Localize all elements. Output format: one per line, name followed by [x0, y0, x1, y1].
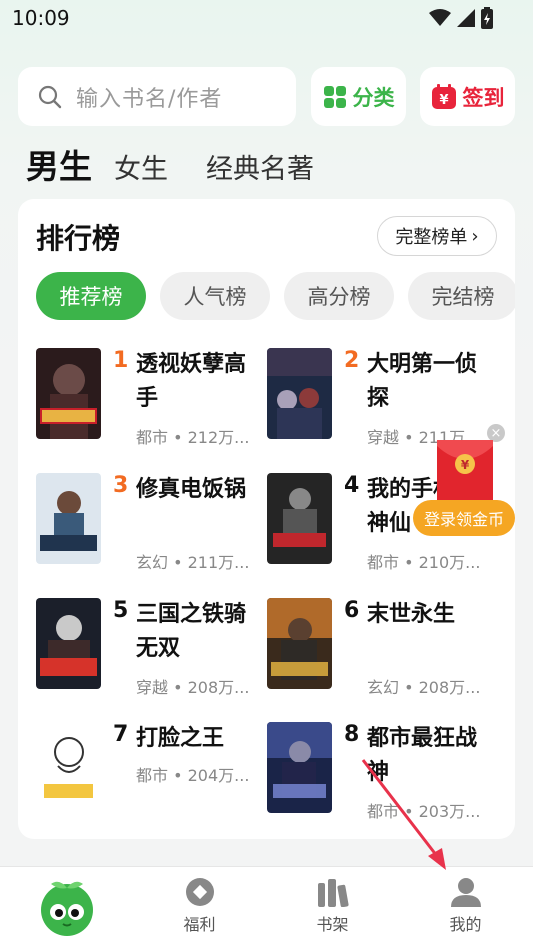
chevron-right-icon: › [471, 225, 479, 247]
gender-tabs: 男生 女生 经典名著 [26, 140, 352, 186]
book-item[interactable]: 8 都市最狂战神 都市 • 203万... [267, 722, 497, 822]
book-meta: 都市 • 212万... [136, 428, 250, 447]
battery-icon [481, 7, 493, 29]
profile-icon [450, 878, 481, 907]
wifi-icon [429, 9, 451, 26]
book-meta: 玄幻 • 211万... [136, 553, 250, 572]
search-row: 输入书名/作者 分类 ¥ 签到 [18, 67, 515, 126]
signin-label: 签到 [462, 85, 505, 110]
book-meta: 穿越 • 208万... [136, 678, 250, 697]
tab-recommended[interactable]: 推荐榜 [36, 272, 146, 320]
book-item[interactable]: 1 透视妖孽高手 都市 • 212万... [36, 348, 266, 448]
book-cover [36, 722, 101, 813]
book-rank: 2 [344, 348, 360, 373]
book-meta: 都市 • 204万... [136, 766, 250, 785]
tab-high-score[interactable]: 高分榜 [284, 272, 394, 320]
home-mascot-icon [40, 881, 93, 936]
full-list-button[interactable]: 完整榜单 › [377, 216, 497, 256]
book-cover [267, 473, 332, 564]
book-rank: 3 [113, 473, 129, 498]
search-placeholder: 输入书名/作者 [76, 86, 223, 112]
tab-male[interactable]: 男生 [26, 140, 92, 188]
tab-classics[interactable]: 经典名著 [206, 147, 314, 186]
status-time: 10:09 [12, 6, 70, 30]
book-item[interactable]: 7 打脸之王 都市 • 204万... [36, 722, 266, 822]
nav-bookshelf-label: 书架 [316, 915, 349, 934]
book-cover [36, 348, 101, 439]
signin-button[interactable]: ¥ 签到 [420, 67, 515, 126]
book-rank: 6 [344, 598, 360, 623]
nav-welfare[interactable]: 福利 [133, 867, 266, 948]
book-title: 大明第一侦探 [367, 352, 478, 411]
book-meta: 都市 • 210万... [367, 553, 481, 572]
book-title: 打脸之王 [136, 726, 225, 751]
bookshelf-icon [317, 879, 349, 907]
book-title: 透视妖孽高手 [136, 352, 247, 411]
book-cover [267, 348, 332, 439]
book-meta: 都市 • 203万... [367, 802, 481, 821]
book-rank: 8 [344, 722, 360, 747]
book-cover [36, 598, 101, 689]
svg-text:¥: ¥ [461, 458, 470, 472]
book-rank: 5 [113, 598, 129, 623]
ranking-tabs: 推荐榜 人气榜 高分榜 完结榜 [36, 272, 515, 320]
signin-calendar-icon: ¥ [431, 83, 456, 109]
nav-home[interactable] [0, 867, 133, 948]
book-rank: 4 [344, 473, 360, 498]
bottom-nav: 福利 书架 我的 [0, 866, 533, 948]
category-label: 分类 [352, 85, 395, 110]
book-cover [267, 598, 332, 689]
status-bar: 10:09 [0, 0, 533, 36]
book-cover [267, 722, 332, 813]
full-list-label: 完整榜单 [395, 227, 468, 248]
category-grid-icon [323, 85, 346, 108]
ranking-title: 排行榜 [36, 222, 121, 255]
book-rank: 7 [113, 722, 129, 747]
login-coin-banner[interactable]: 登录领金币 [413, 500, 515, 536]
svg-text:¥: ¥ [439, 93, 448, 108]
book-meta: 玄幻 • 208万... [367, 678, 481, 697]
signal-icon [457, 9, 475, 27]
status-icons [429, 7, 493, 29]
nav-bookshelf[interactable]: 书架 [266, 867, 399, 948]
book-title: 三国之铁骑无双 [136, 602, 247, 661]
nav-welfare-label: 福利 [183, 915, 216, 934]
book-item[interactable]: 5 三国之铁骑无双 穿越 • 208万... [36, 598, 266, 698]
nav-mine-label: 我的 [449, 915, 482, 934]
book-rank: 1 [113, 348, 129, 373]
tab-female[interactable]: 女生 [114, 147, 168, 186]
category-button[interactable]: 分类 [311, 67, 406, 126]
book-title: 末世永生 [367, 602, 456, 627]
book-item[interactable]: 3 修真电饭锅 玄幻 • 211万... [36, 473, 266, 573]
book-cover [36, 473, 101, 564]
welfare-icon [185, 878, 214, 906]
nav-mine[interactable]: 我的 [399, 867, 532, 948]
tab-popular[interactable]: 人气榜 [160, 272, 270, 320]
search-input[interactable]: 输入书名/作者 [18, 67, 296, 126]
red-packet-icon[interactable]: ¥ [437, 440, 493, 506]
book-title: 修真电饭锅 [136, 477, 247, 502]
book-title: 都市最狂战神 [367, 726, 478, 785]
tab-completed[interactable]: 完结榜 [408, 272, 515, 320]
book-item[interactable]: 6 末世永生 玄幻 • 208万... [267, 598, 497, 698]
search-icon [38, 85, 62, 108]
book-item[interactable]: 2 大明第一侦探 穿越 • 211万... [267, 348, 497, 448]
